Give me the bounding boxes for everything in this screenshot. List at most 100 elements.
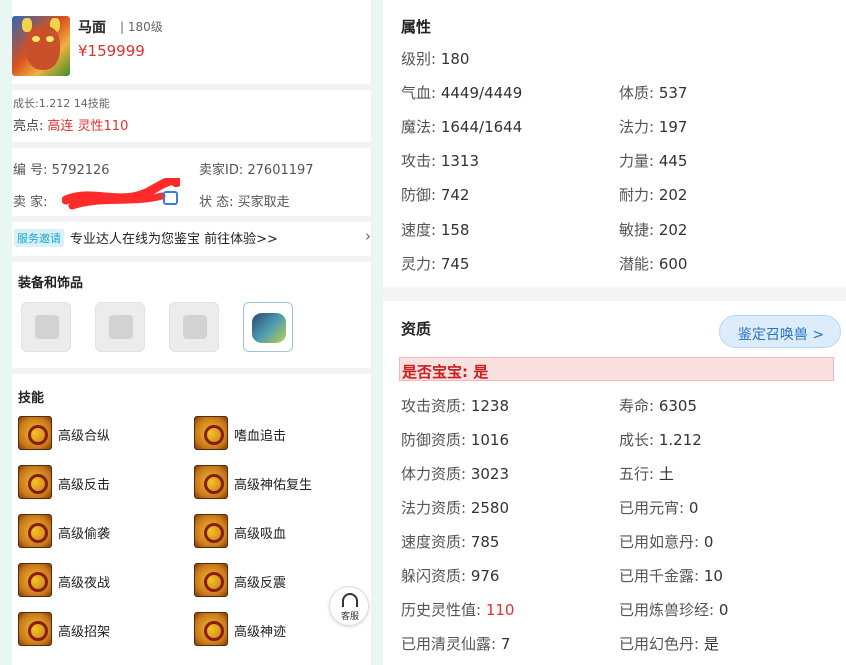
skill-item[interactable]: 高级偷袭 <box>18 514 188 550</box>
skill-label: 高级吸血 <box>234 527 287 542</box>
pet-header: 马面 | 180级 ¥159999 <box>12 12 372 82</box>
serial-value: 5792126 <box>51 163 110 178</box>
attr-key: 法力: <box>619 118 655 136</box>
skill-item[interactable]: 嗜血追击 <box>194 416 364 452</box>
appraise-pet-label: 鉴定召唤兽 > <box>737 327 825 343</box>
skill-icon <box>18 563 52 597</box>
skill-label: 高级招架 <box>58 625 111 640</box>
aptitude-item: 速度资质: 785 <box>401 531 499 552</box>
divider <box>383 287 846 301</box>
service-tag: 服务邀请 <box>14 229 64 247</box>
apt-value: 0 <box>703 533 714 551</box>
attr-item: 法力: 197 <box>619 116 687 137</box>
skill-label: 高级神迹 <box>234 625 287 640</box>
attr-value: 745 <box>440 255 470 273</box>
attr-level: 级别: 180 <box>401 48 469 69</box>
divider <box>12 368 371 374</box>
attr-item: 潜能: 600 <box>619 253 687 274</box>
skill-label: 高级偷袭 <box>58 527 111 542</box>
apt-value: 1016 <box>470 431 510 449</box>
skill-item[interactable]: 高级神佑复生 <box>194 465 364 501</box>
attr-key: 攻击: <box>401 152 437 170</box>
aptitude-item: 已用元宵: 0 <box>619 497 698 518</box>
highlight-values: 高连 灵性110 <box>47 119 129 134</box>
appraisal-service-banner[interactable]: 服务邀请 专业达人在线为您鉴宝 前往体验>> › <box>12 224 371 250</box>
apt-value: 785 <box>470 533 500 551</box>
growth-skill-summary: 成长:1.212 14技能 <box>13 97 110 110</box>
feather-icon <box>35 315 59 339</box>
chevron-right-icon: › <box>365 227 371 245</box>
aptitude-item: 已用清灵仙露: 7 <box>401 633 510 654</box>
attr-item: 敏捷: 202 <box>619 219 687 240</box>
aptitude-item: 历史灵性值: 110 <box>401 599 514 620</box>
aptitude-item: 防御资质: 1016 <box>401 429 509 450</box>
skill-icon <box>18 465 52 499</box>
equip-slot-armor[interactable] <box>169 302 219 352</box>
skill-item[interactable]: 高级招架 <box>18 612 188 648</box>
highlight-label: 亮点: <box>13 119 44 134</box>
skill-item[interactable]: 高级夜战 <box>18 563 188 599</box>
apt-key: 攻击资质: <box>401 397 467 415</box>
skill-icon <box>194 563 228 597</box>
apt-value: 土 <box>658 465 674 483</box>
attr-item: 防御: 742 <box>401 184 469 205</box>
status-row: 状 态: 买家取走 <box>199 191 290 210</box>
equip-slot-feather[interactable] <box>21 302 71 352</box>
customer-service-button[interactable]: 客服 <box>329 586 369 626</box>
apt-key: 五行: <box>619 465 655 483</box>
apt-key: 成长: <box>619 431 655 449</box>
serial-row: 编 号: 5792126 <box>13 159 110 178</box>
skill-item[interactable]: 高级合纵 <box>18 416 188 452</box>
headset-icon <box>342 593 358 607</box>
aptitude-item: 攻击资质: 1238 <box>401 395 509 416</box>
seller-id-value: 27601197 <box>247 163 314 178</box>
skill-icon <box>18 416 52 450</box>
apt-value: 976 <box>470 567 500 585</box>
pet-stats-panel: 属性 级别: 180 气血: 4449/4449 体质: 537 魔法: 164… <box>383 0 846 665</box>
pet-detail-panel: 马面 | 180级 ¥159999 成长:1.212 14技能 亮点: 高连 灵性… <box>0 0 383 665</box>
equip-slot-ornament[interactable] <box>243 302 293 352</box>
apt-value: 1.212 <box>658 431 702 449</box>
aptitude-item: 躲闪资质: 976 <box>401 565 499 586</box>
attr-item: 魔法: 1644/1644 <box>401 116 522 137</box>
appraise-pet-button[interactable]: 鉴定召唤兽 > <box>719 315 841 348</box>
apt-value: 6305 <box>658 397 698 415</box>
seller-id-label: 卖家ID: <box>199 163 244 178</box>
pet-avatar[interactable] <box>12 16 70 76</box>
skill-item[interactable]: 高级反击 <box>18 465 188 501</box>
aptitude-title: 资质 <box>401 320 432 338</box>
seller-id-row: 卖家ID: 27601197 <box>199 159 314 178</box>
apt-key: 防御资质: <box>401 431 467 449</box>
customer-service-label: 客服 <box>340 612 359 622</box>
attr-value: 180 <box>440 50 470 68</box>
attr-item: 力量: 445 <box>619 150 687 171</box>
attr-value: 197 <box>658 118 688 136</box>
skill-label: 高级夜战 <box>58 576 111 591</box>
apt-value: 0 <box>688 499 699 517</box>
attr-key: 气血: <box>401 84 437 102</box>
attr-key: 潜能: <box>619 255 655 273</box>
shop-icon[interactable] <box>163 191 178 205</box>
attr-value: 600 <box>658 255 688 273</box>
armor-icon <box>183 315 207 339</box>
aptitude-item: 已用如意丹: 0 <box>619 531 713 552</box>
apt-value: 110 <box>485 601 515 619</box>
apt-key: 已用元宵: <box>619 499 685 517</box>
skill-item[interactable]: 高级吸血 <box>194 514 364 550</box>
apt-key: 已用清灵仙露: <box>401 635 497 653</box>
attr-item: 耐力: 202 <box>619 184 687 205</box>
equip-slot-boot[interactable] <box>95 302 145 352</box>
apt-value: 10 <box>703 567 723 585</box>
skill-icon <box>18 612 52 646</box>
aptitude-item: 成长: 1.212 <box>619 429 702 450</box>
skill-label: 高级反震 <box>234 576 287 591</box>
skill-label: 高级神佑复生 <box>234 478 313 493</box>
serial-label: 编 号: <box>13 163 48 178</box>
baby-status-text: 是否宝宝: 是 <box>402 363 489 381</box>
apt-key: 历史灵性值: <box>401 601 482 619</box>
attr-value: 158 <box>440 221 470 239</box>
pet-name: 马面 <box>78 20 106 36</box>
boot-icon <box>109 315 133 339</box>
attr-item: 气血: 4449/4449 <box>401 82 522 103</box>
attr-item: 攻击: 1313 <box>401 150 479 171</box>
